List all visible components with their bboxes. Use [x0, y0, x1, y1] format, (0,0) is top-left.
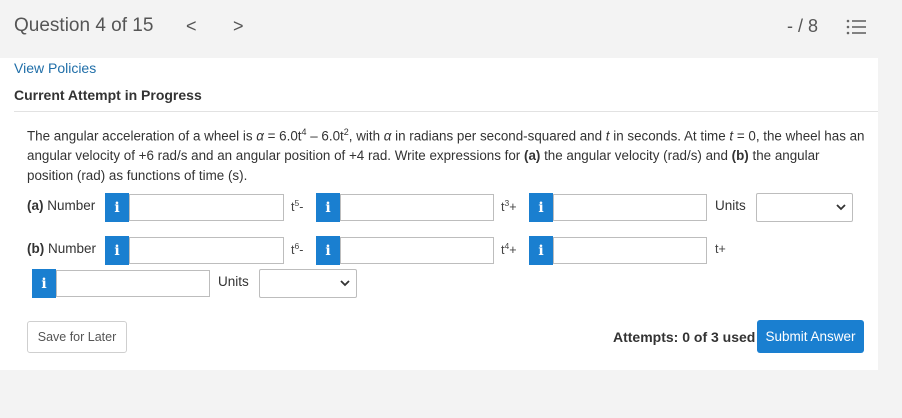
part-a-term-1-label: t5-: [291, 198, 304, 215]
score-display: - / 8: [787, 16, 819, 36]
part-b-term-3-label: t+: [715, 242, 726, 256]
save-for-later-button[interactable]: Save for Later: [27, 321, 127, 353]
attempts-counter: Attempts: 0 of 3 used: [613, 329, 756, 345]
chevron-down-icon: [340, 280, 350, 287]
info-icon[interactable]: i: [105, 236, 129, 265]
chevron-down-icon: [836, 204, 846, 211]
part-a-units-label: Units: [715, 198, 746, 213]
part-b-units-label: Units: [218, 274, 249, 289]
info-icon[interactable]: i: [32, 269, 56, 298]
part-a-units-select[interactable]: [756, 193, 853, 222]
part-b-units-select[interactable]: [259, 269, 357, 298]
submit-answer-button[interactable]: Submit Answer: [757, 320, 864, 353]
part-b-term-2-label: t4+: [501, 241, 517, 258]
part-a-coefficient-3-input[interactable]: [553, 194, 707, 221]
info-icon[interactable]: i: [105, 193, 129, 222]
info-icon[interactable]: i: [529, 193, 553, 222]
next-question-button[interactable]: >: [233, 16, 244, 37]
part-a-term-2-label: t3+: [501, 198, 517, 215]
part-b-coefficient-3-input[interactable]: [553, 237, 707, 264]
info-icon[interactable]: i: [316, 193, 340, 222]
part-b-coefficient-2-input[interactable]: [340, 237, 494, 264]
part-b-constant-input[interactable]: [56, 270, 210, 297]
part-a-label: (a) Number: [27, 198, 96, 213]
question-text: The angular acceleration of a wheel is α…: [27, 127, 865, 184]
part-b-coefficient-1-input[interactable]: [129, 237, 284, 264]
top-bar: Question 4 of 15 < > - / 8: [0, 0, 902, 55]
attempt-status-heading: Current Attempt in Progress: [14, 87, 202, 103]
info-icon[interactable]: i: [529, 236, 553, 265]
view-policies-link[interactable]: View Policies: [14, 60, 96, 76]
part-b-term-1-label: t6-: [291, 241, 304, 258]
part-a-coefficient-1-input[interactable]: [129, 194, 284, 221]
info-icon[interactable]: i: [316, 236, 340, 265]
part-b-label: (b) Number: [27, 241, 97, 256]
list-icon[interactable]: [846, 18, 866, 36]
question-counter: Question 4 of 15: [14, 15, 154, 36]
previous-question-button[interactable]: <: [186, 16, 197, 37]
part-a-coefficient-2-input[interactable]: [340, 194, 494, 221]
